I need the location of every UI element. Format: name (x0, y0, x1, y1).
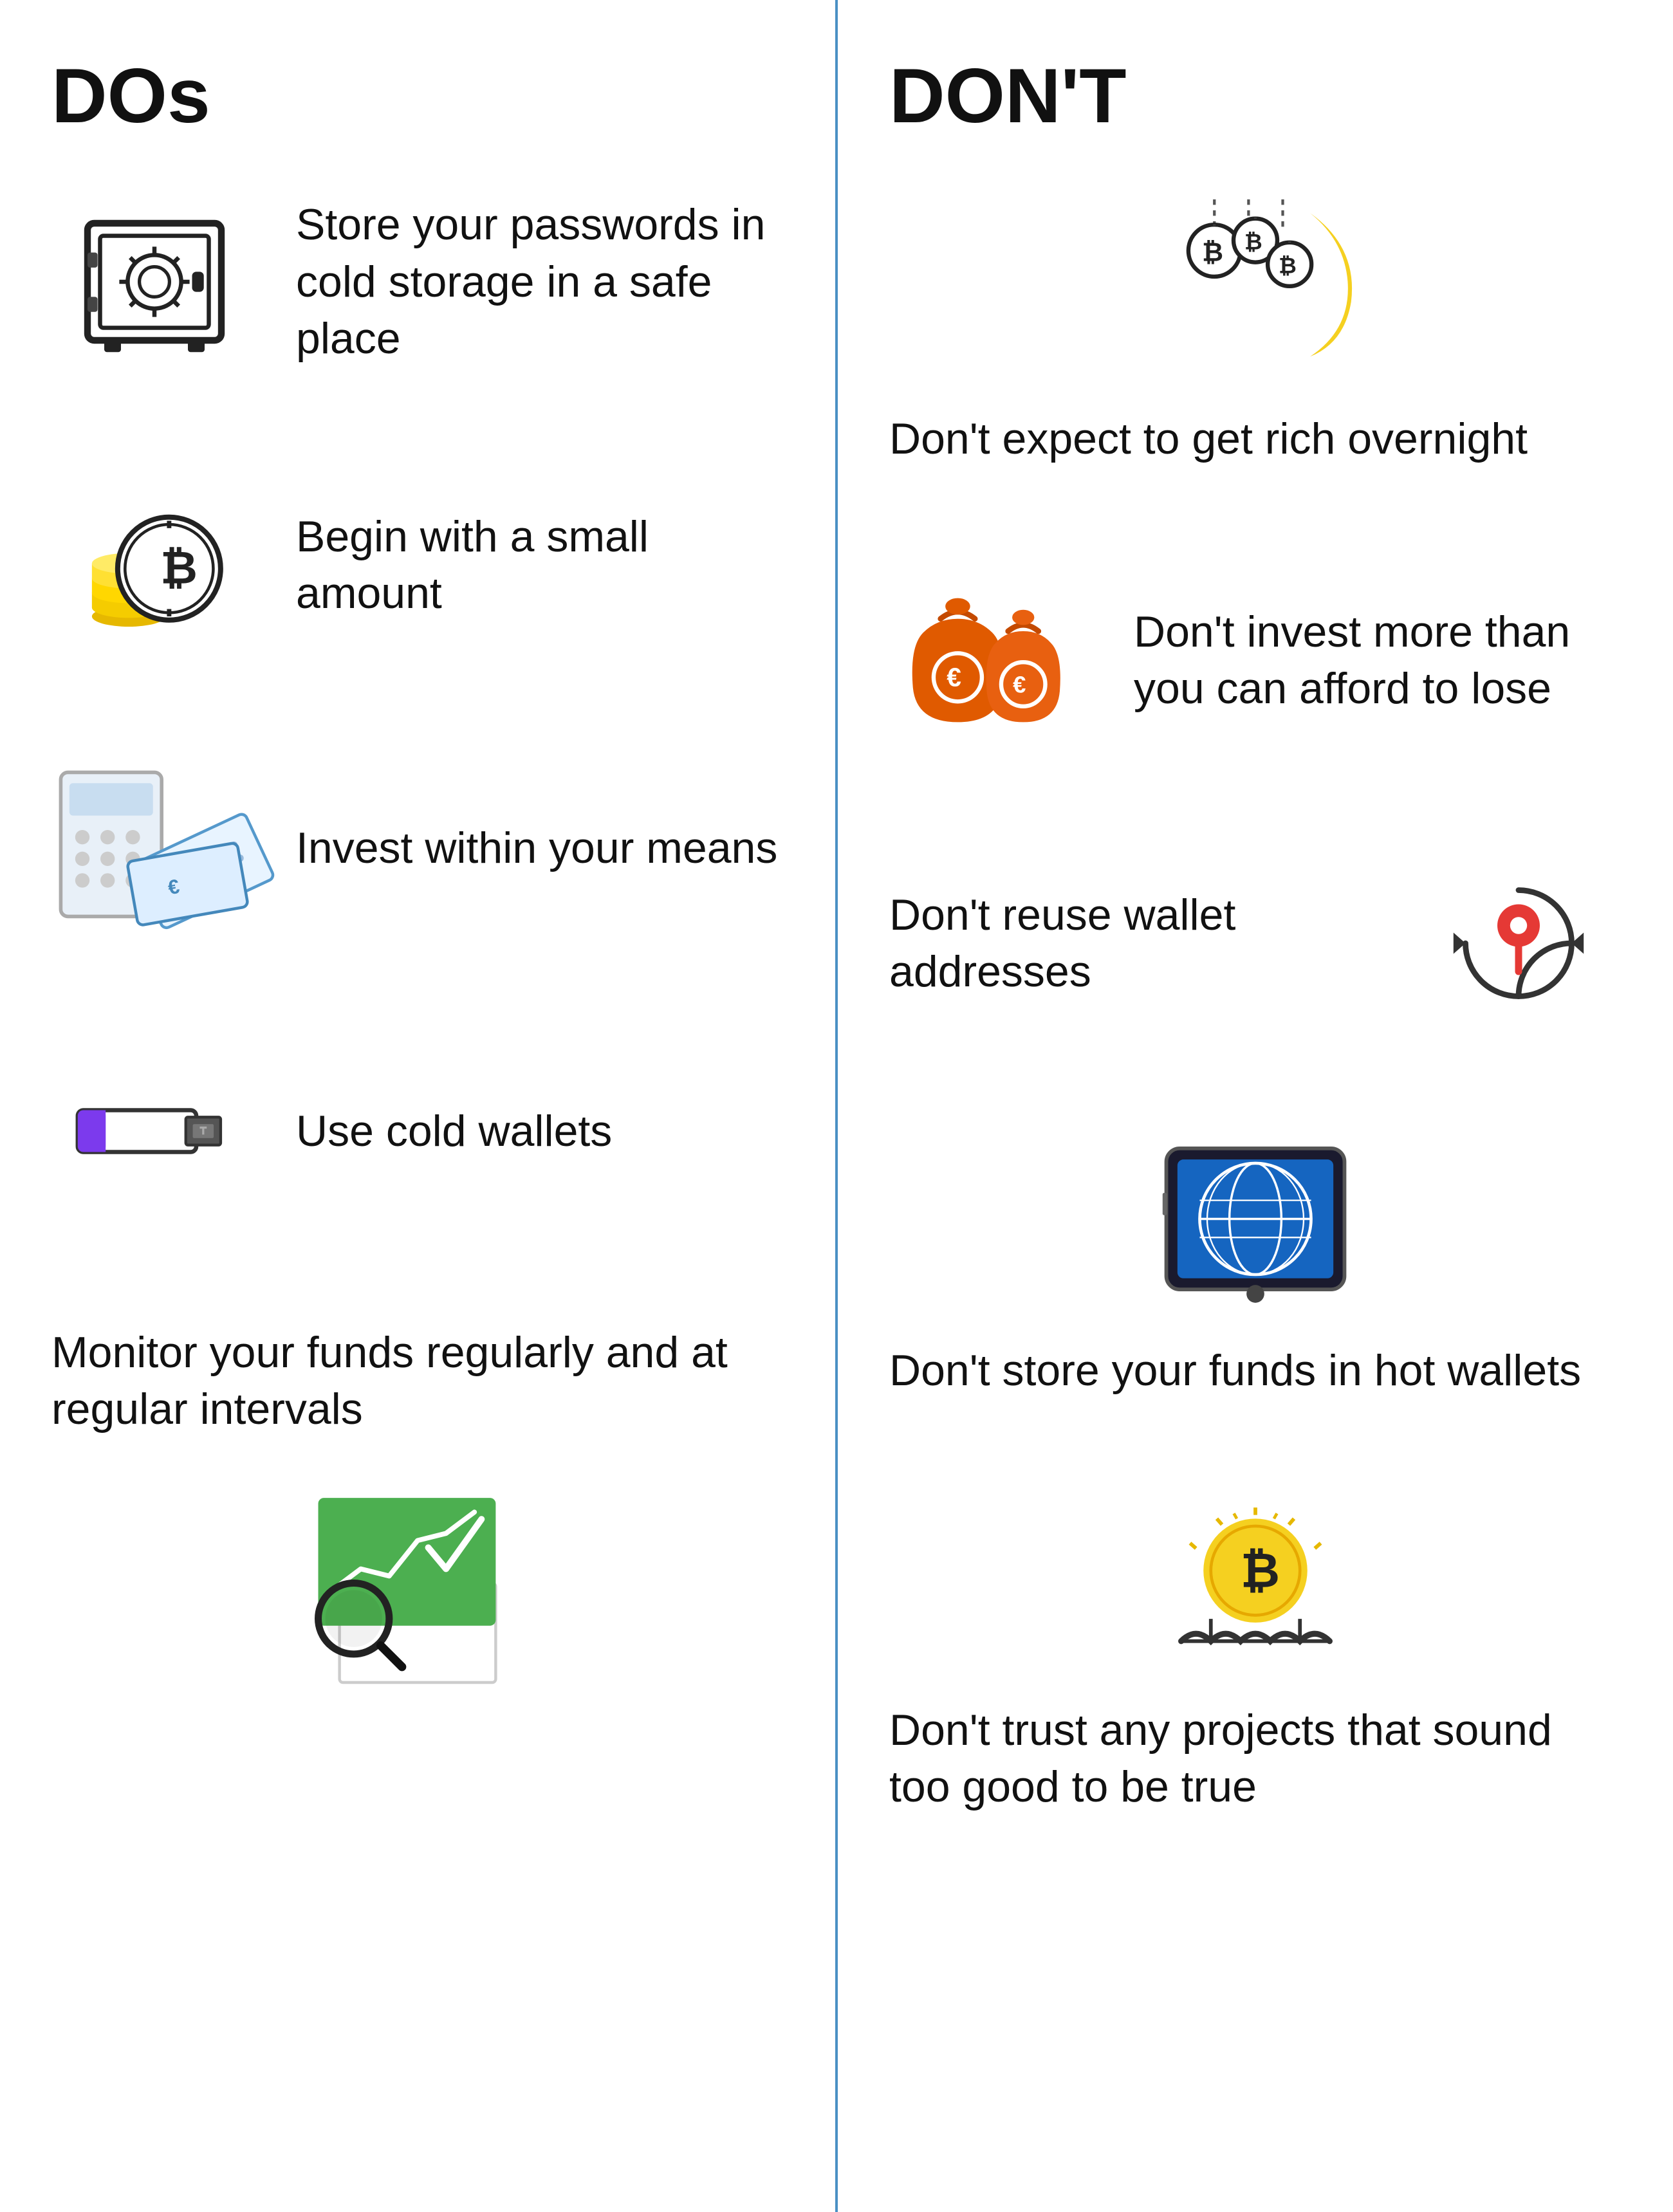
donts-item-invest-more: € € Don't invest more than you can affor… (889, 570, 1622, 750)
dos-item-small-amount-text: Begin with a small amount (296, 508, 784, 622)
donts-item-too-good: ₿ Don't trust any projects that sound to… (889, 1502, 1622, 1816)
donts-item-hot-wallets: Don't store your funds in hot wallets (889, 1136, 1622, 1399)
dos-item-store-passwords: Store your passwords in cold storage in … (51, 192, 784, 372)
tablet-icon (889, 1136, 1622, 1316)
svg-text:₿: ₿ (160, 543, 198, 594)
main-container: DOs (0, 0, 1673, 2212)
safe-icon (51, 192, 257, 372)
moon-icon: ₿ ₿ ₿ (889, 192, 1622, 385)
svg-text:₿: ₿ (1202, 237, 1223, 267)
svg-text:₿: ₿ (1279, 254, 1297, 279)
bitcoin-trap-icon: ₿ (889, 1502, 1622, 1676)
donts-item-reuse-addresses: Don't reuse wallet addresses (889, 853, 1622, 1033)
donts-item-too-good-text: Don't trust any projects that sound too … (889, 1702, 1622, 1816)
usb-icon (51, 1041, 257, 1221)
svg-text:₿: ₿ (1241, 1543, 1280, 1597)
dos-item-invest-means: € € Invest within your means (51, 758, 784, 938)
dos-item-store-passwords-text: Store your passwords in cold storage in … (296, 196, 784, 367)
donts-item-reuse-addresses-text: Don't reuse wallet addresses (889, 887, 1377, 1000)
coins-icon: ₿ (51, 475, 257, 655)
donts-column: DON'T ₿ ₿ (838, 0, 1673, 2212)
dos-title: DOs (51, 51, 784, 140)
dos-item-small-amount: ₿ Begin with a small amount (51, 475, 784, 655)
bags-icon: € € (889, 570, 1095, 750)
donts-title: DON'T (889, 51, 1622, 140)
pin-icon (1416, 853, 1622, 1033)
donts-item-invest-more-text: Don't invest more than you can afford to… (1134, 604, 1622, 717)
dos-item-monitor-funds: Monitor your funds regularly and at regu… (51, 1324, 784, 1682)
dos-column: DOs (0, 0, 838, 2212)
dos-item-invest-means-text: Invest within your means (296, 820, 777, 876)
chart-icon (295, 1477, 540, 1682)
svg-text:€: € (947, 663, 961, 692)
donts-item-hot-wallets-text: Don't store your funds in hot wallets (889, 1342, 1581, 1399)
donts-item-rich-overnight-text: Don't expect to get rich overnight (889, 410, 1528, 467)
dos-item-cold-wallets-text: Use cold wallets (296, 1103, 612, 1159)
donts-item-rich-overnight: ₿ ₿ ₿ Don't expect to get rich overnight (889, 192, 1622, 467)
calculator-icon: € € (51, 758, 257, 938)
dos-item-cold-wallets: Use cold wallets (51, 1041, 784, 1221)
svg-text:€: € (1013, 672, 1026, 698)
svg-text:₿: ₿ (1244, 230, 1262, 254)
dos-item-monitor-funds-text: Monitor your funds regularly and at regu… (51, 1324, 784, 1438)
